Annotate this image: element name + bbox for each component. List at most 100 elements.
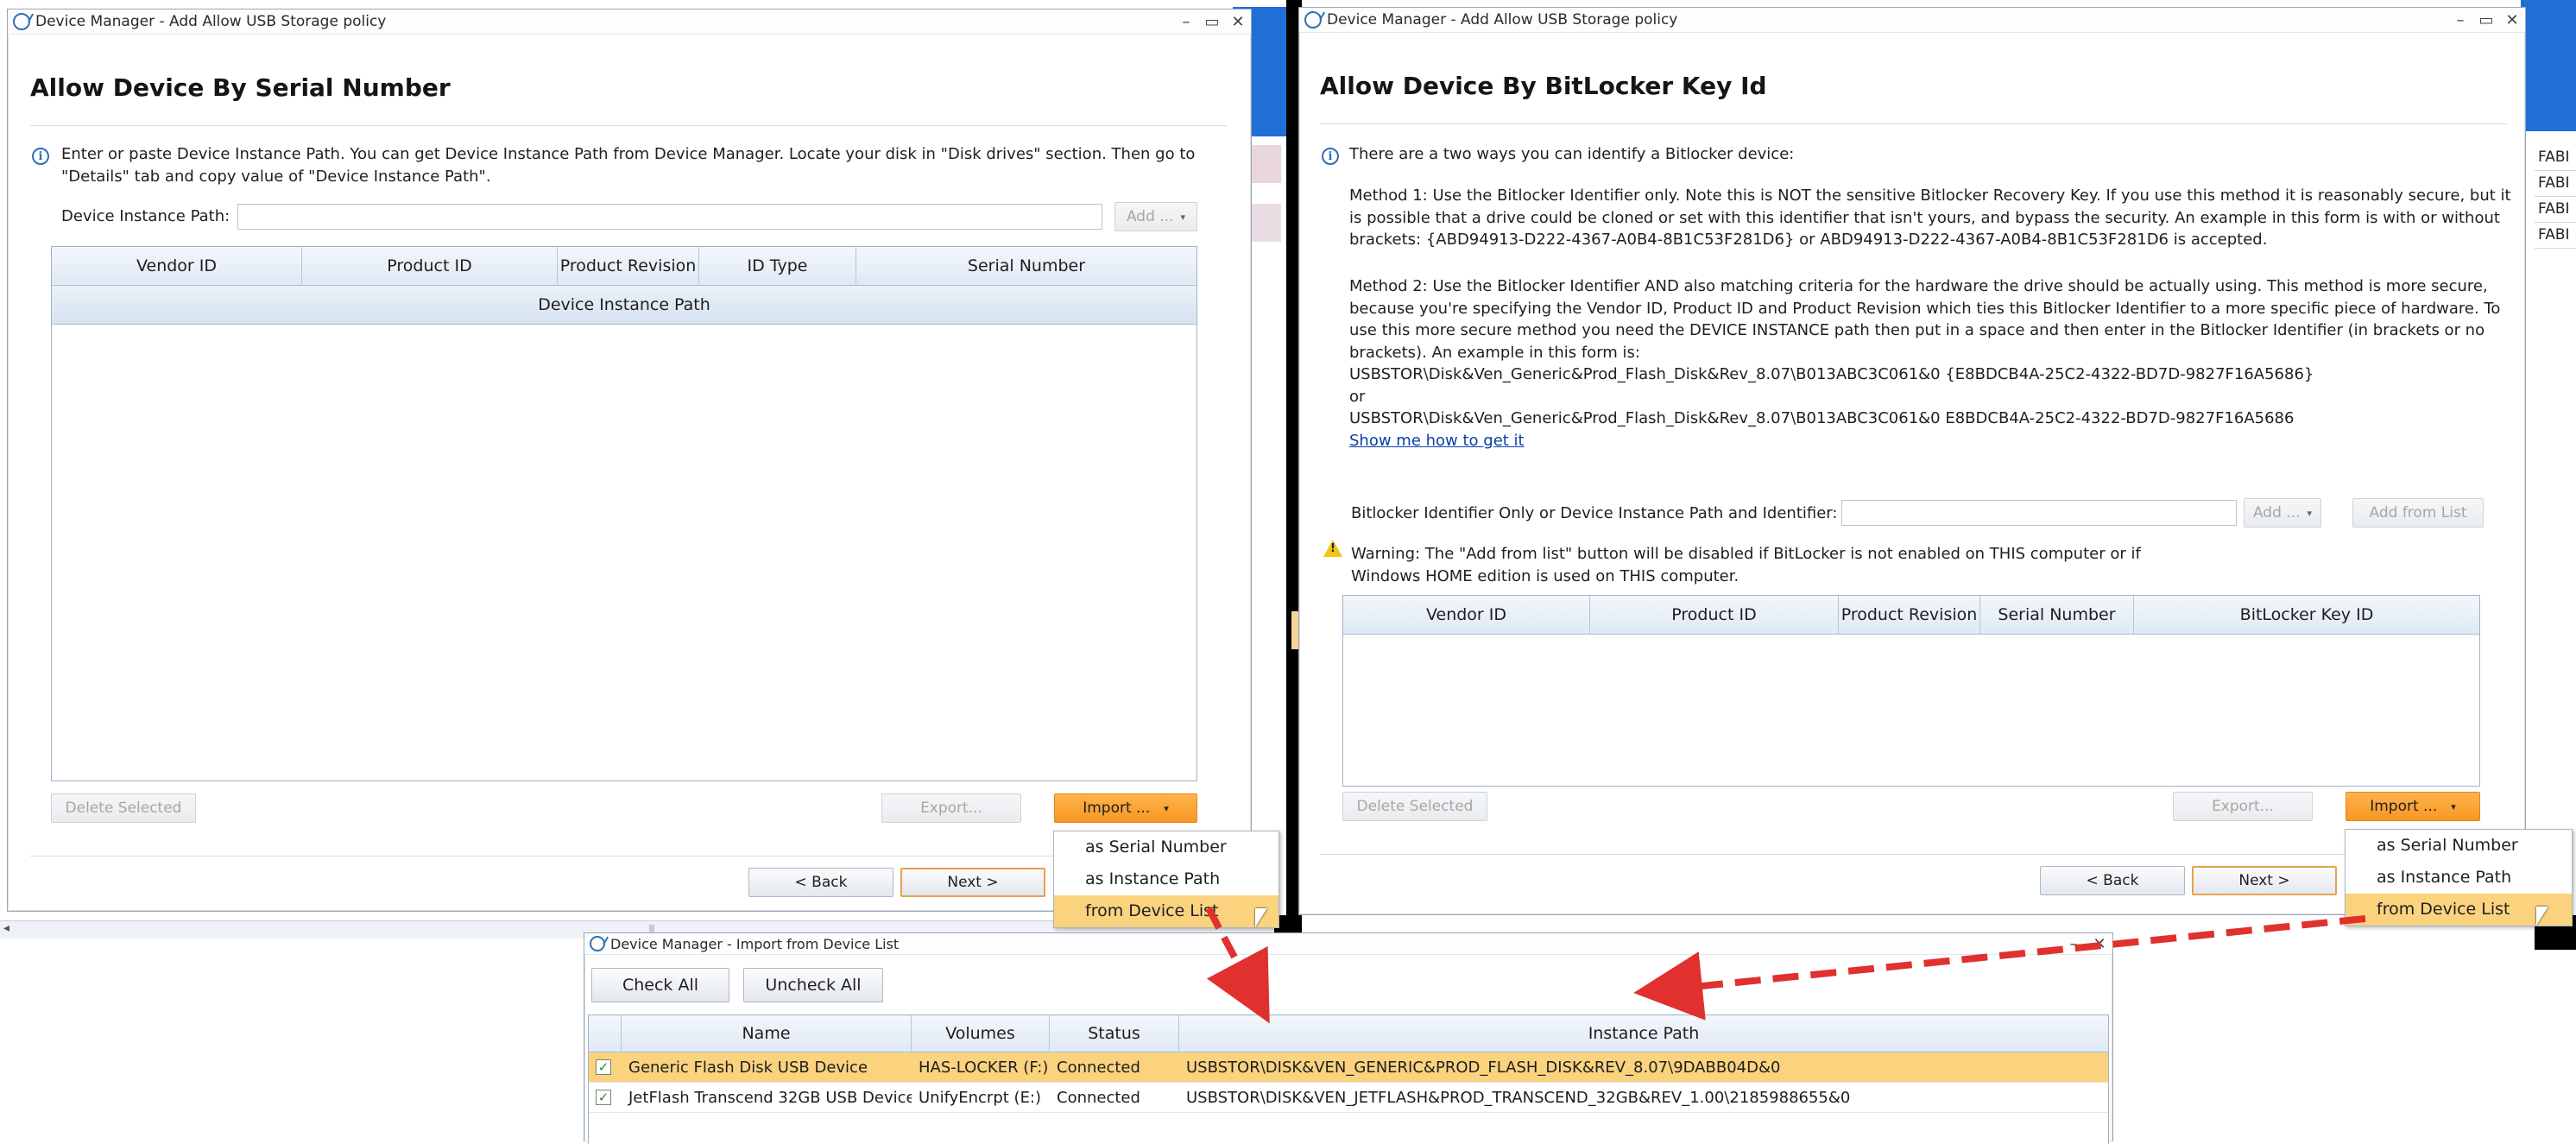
maximize-icon[interactable]: ▭ bbox=[1199, 13, 1225, 31]
device-instance-path-input[interactable] bbox=[237, 204, 1102, 230]
row-checkbox-cell[interactable]: ✓ bbox=[589, 1059, 622, 1075]
menu-item-from-device-list[interactable]: from Device List bbox=[1054, 895, 1279, 927]
column-header-product-revision[interactable]: Product Revision bbox=[558, 247, 699, 285]
column-header-status[interactable]: Status bbox=[1050, 1015, 1179, 1052]
menu-item-as-instance-path[interactable]: as Instance Path bbox=[1054, 863, 1279, 895]
close-icon[interactable]: ✕ bbox=[2499, 11, 2525, 29]
import-button[interactable]: Import ... ▾ bbox=[1054, 793, 1197, 823]
background-window-edge-right bbox=[2521, 0, 2576, 131]
warning-line: Windows HOME edition is used on THIS com… bbox=[1351, 566, 1739, 585]
background-tag: FABI bbox=[2535, 223, 2576, 249]
device-name: Generic Flash Disk USB Device bbox=[628, 1058, 868, 1077]
next-button[interactable]: Next > bbox=[900, 868, 1045, 897]
export-button[interactable]: Export... bbox=[2173, 792, 2313, 821]
column-header-instance-path[interactable]: Instance Path bbox=[1179, 1015, 2108, 1052]
column-header-product-id[interactable]: Product ID bbox=[1590, 596, 1839, 634]
instructions: Enter or paste Device Instance Path. You… bbox=[61, 143, 1227, 187]
background-tag: FABI bbox=[2535, 197, 2576, 223]
scroll-left-icon[interactable]: ◂ bbox=[3, 921, 9, 935]
bitlocker-identifier-input[interactable] bbox=[1841, 500, 2237, 526]
device-instance-path: USBSTOR\DISK&VEN_GENERIC&PROD_FLASH_DISK… bbox=[1186, 1058, 1781, 1077]
column-header-volumes[interactable]: Volumes bbox=[912, 1015, 1050, 1052]
warning-icon: ! bbox=[1323, 540, 1342, 557]
column-header-vendor-id[interactable]: Vendor ID bbox=[52, 247, 302, 285]
method-1-text: Method 1: Use the Bitlocker Identifier o… bbox=[1349, 185, 2520, 251]
footer-divider bbox=[1320, 854, 2508, 855]
bitlocker-key-grid[interactable]: Vendor ID Product ID Product Revision Se… bbox=[1342, 595, 2480, 787]
column-header-name[interactable]: Name bbox=[622, 1015, 912, 1052]
show-me-how-link[interactable]: Show me how to get it bbox=[1349, 430, 2520, 452]
allow-bitlocker-window: Device Manager - Add Allow USB Storage p… bbox=[1298, 7, 2526, 915]
checkbox-checked-icon[interactable]: ✓ bbox=[596, 1090, 611, 1105]
method-1-line: is possible that a drive could be cloned… bbox=[1349, 208, 2500, 227]
grid-subheader-device-instance-path: Device Instance Path bbox=[52, 286, 1196, 325]
example-path-brackets: USBSTOR\Disk&Ven_Generic&Prod_Flash_Disk… bbox=[1349, 365, 2314, 383]
device-name: JetFlash Transcend 32GB USB Device bbox=[628, 1088, 912, 1107]
title-bar: Device Manager - Add Allow USB Storage p… bbox=[8, 9, 1251, 35]
column-header-checkbox bbox=[589, 1015, 622, 1052]
uncheck-all-button[interactable]: Uncheck All bbox=[743, 968, 883, 1002]
checkbox-checked-icon[interactable]: ✓ bbox=[596, 1059, 611, 1075]
title-bar: Device Manager - Add Allow USB Storage p… bbox=[1299, 8, 2525, 33]
menu-item-as-serial-number[interactable]: as Serial Number bbox=[2346, 830, 2572, 862]
background-tag-list: FABI FABI FABI FABI bbox=[2535, 145, 2576, 249]
minimize-icon[interactable]: – bbox=[1173, 13, 1199, 31]
column-header-serial-number[interactable]: Serial Number bbox=[1980, 596, 2134, 634]
column-header-id-type[interactable]: ID Type bbox=[699, 247, 856, 285]
next-button[interactable]: Next > bbox=[2192, 866, 2337, 895]
add-button-label: Add ... bbox=[2252, 504, 2301, 521]
minimize-icon[interactable]: – bbox=[2447, 11, 2473, 29]
device-manager-icon bbox=[13, 13, 30, 30]
device-status: Connected bbox=[1057, 1058, 1140, 1077]
delete-selected-button[interactable]: Delete Selected bbox=[51, 793, 196, 823]
allow-serial-window: Device Manager - Add Allow USB Storage p… bbox=[7, 9, 1252, 912]
column-header-product-revision[interactable]: Product Revision bbox=[1839, 596, 1980, 634]
method-1-line: brackets: {ABD94913-D222-4367-A0B4-8B1C5… bbox=[1349, 231, 2268, 249]
method-2-line: use this more secure method you need the… bbox=[1349, 321, 2485, 339]
maximize-icon[interactable]: ▭ bbox=[2473, 11, 2499, 29]
intro-text: There are a two ways you can identify a … bbox=[1349, 145, 1795, 163]
import-from-device-list-window: Device Manager - Import from Device List… bbox=[584, 932, 2113, 1144]
serial-number-grid[interactable]: Vendor ID Product ID Product Revision ID… bbox=[51, 246, 1197, 781]
back-button[interactable]: < Back bbox=[2040, 866, 2185, 895]
import-button-label: Import ... bbox=[2370, 798, 2438, 815]
device-manager-icon bbox=[590, 936, 605, 951]
minimize-icon[interactable]: – bbox=[2061, 935, 2087, 953]
title-bar: Device Manager - Import from Device List… bbox=[584, 933, 2112, 955]
menu-item-as-serial-number[interactable]: as Serial Number bbox=[1054, 831, 1279, 863]
page-title: Allow Device By Serial Number bbox=[30, 73, 451, 102]
import-button[interactable]: Import ... ▾ bbox=[2346, 792, 2480, 821]
device-list-grid[interactable]: Name Volumes Status Instance Path ✓ Gene… bbox=[588, 1014, 2109, 1144]
info-icon: i bbox=[1322, 148, 1339, 165]
device-manager-icon bbox=[1304, 11, 1322, 28]
device-status: Connected bbox=[1057, 1088, 1140, 1107]
method-2-line: Method 2: Use the Bitlocker Identifier A… bbox=[1349, 277, 2488, 295]
add-button[interactable]: Add ... ▾ bbox=[2244, 498, 2321, 528]
add-from-list-button[interactable]: Add from List bbox=[2352, 498, 2484, 528]
close-icon[interactable]: ✕ bbox=[1225, 13, 1251, 31]
export-button[interactable]: Export... bbox=[881, 793, 1021, 823]
page-title: Allow Device By BitLocker Key Id bbox=[1320, 72, 1767, 100]
background-swatch-1 bbox=[1250, 145, 1281, 183]
column-header-serial-number[interactable]: Serial Number bbox=[856, 247, 1196, 285]
method-2-line: because you're specifying the Vendor ID,… bbox=[1349, 299, 2501, 318]
delete-selected-button[interactable]: Delete Selected bbox=[1342, 792, 1487, 821]
method-2-line: brackets). An example in this form is: bbox=[1349, 343, 1640, 362]
grid-header: Vendor ID Product ID Product Revision Se… bbox=[1343, 596, 2479, 635]
table-row[interactable]: ✓ JetFlash Transcend 32GB USB Device Uni… bbox=[589, 1083, 2108, 1113]
table-row[interactable]: ✓ Generic Flash Disk USB Device HAS-LOCK… bbox=[589, 1052, 2108, 1083]
background-tag: FABI bbox=[2535, 145, 2576, 171]
column-header-product-id[interactable]: Product ID bbox=[302, 247, 558, 285]
column-header-vendor-id[interactable]: Vendor ID bbox=[1343, 596, 1590, 634]
close-icon[interactable]: ✕ bbox=[2087, 935, 2112, 953]
info-icon: i bbox=[32, 148, 49, 165]
menu-item-as-instance-path[interactable]: as Instance Path bbox=[2346, 862, 2572, 894]
add-button[interactable]: Add ... ▾ bbox=[1114, 202, 1197, 231]
grid-header: Vendor ID Product ID Product Revision ID… bbox=[52, 247, 1196, 286]
back-button[interactable]: < Back bbox=[748, 868, 893, 897]
row-checkbox-cell[interactable]: ✓ bbox=[589, 1090, 622, 1105]
device-volumes: HAS-LOCKER (F:) bbox=[919, 1058, 1049, 1077]
column-header-bitlocker-key-id[interactable]: BitLocker Key ID bbox=[2134, 596, 2479, 634]
instructions-line: Enter or paste Device Instance Path. You… bbox=[61, 145, 1196, 163]
check-all-button[interactable]: Check All bbox=[591, 968, 729, 1002]
